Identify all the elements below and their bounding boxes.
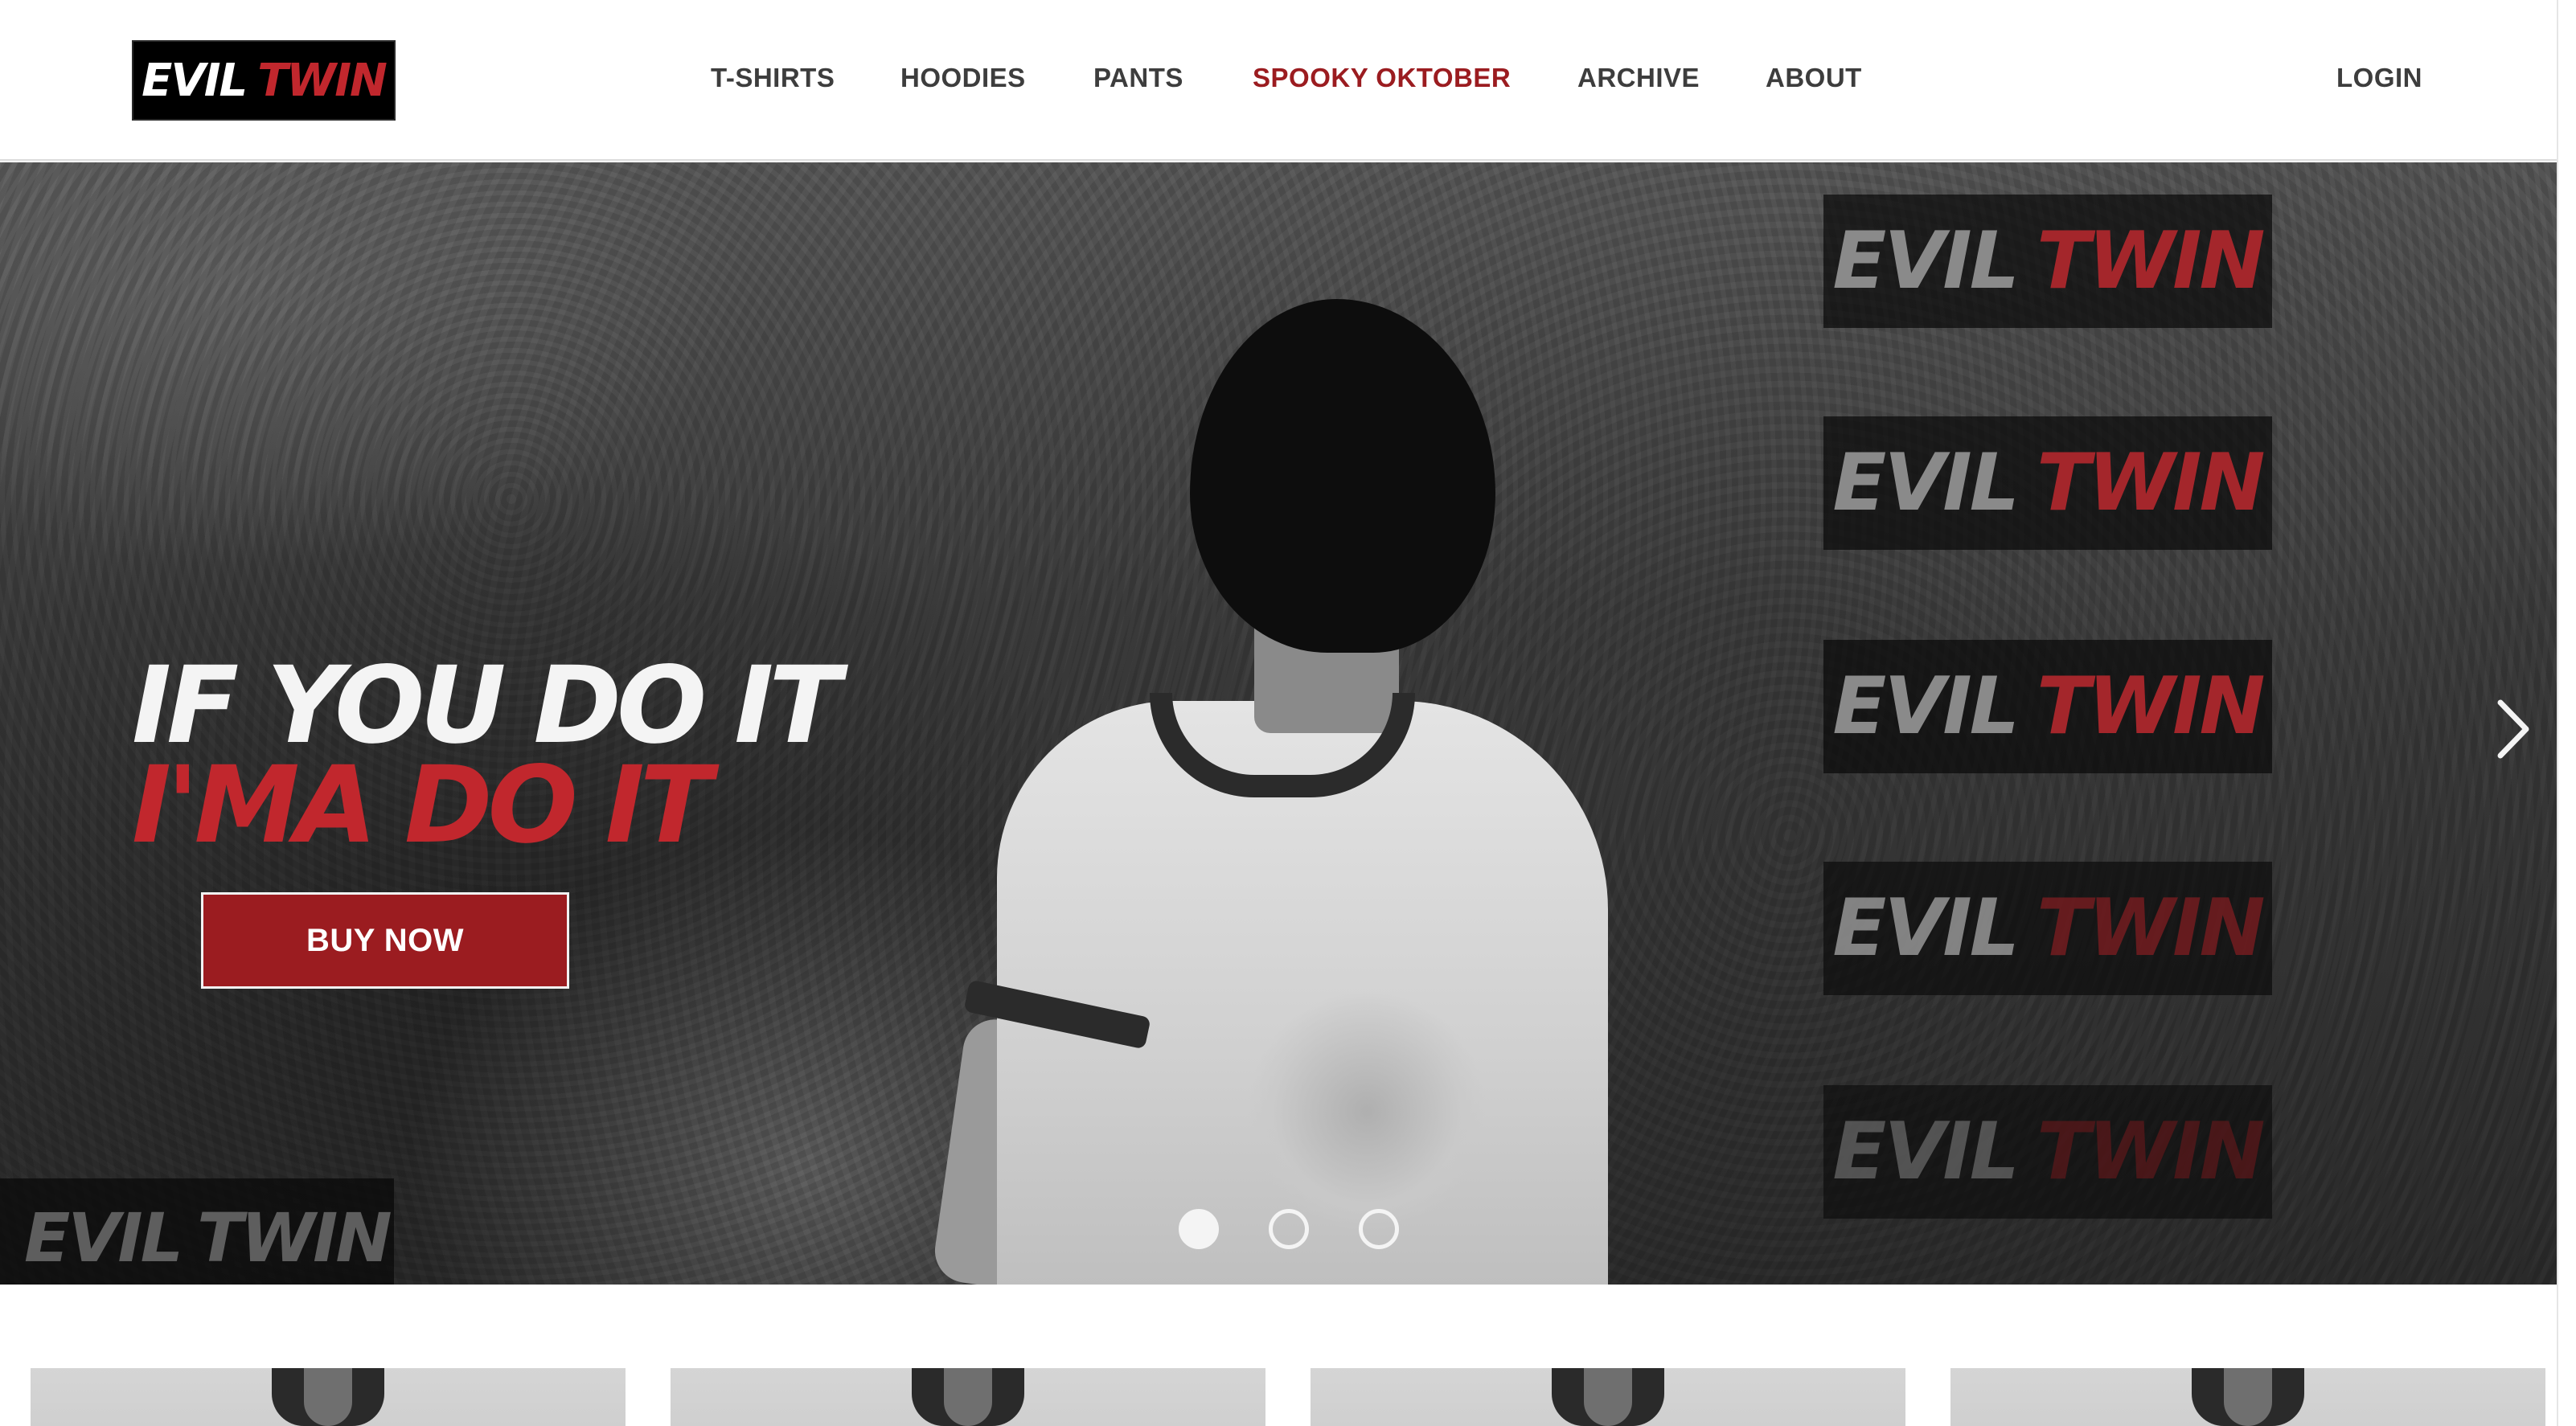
hero-headline: IF YOU DO IT I'MA DO IT xyxy=(132,653,841,867)
product-card[interactable] xyxy=(31,1368,626,1426)
side-logo-tile: EVIL TWIN xyxy=(1823,640,2272,773)
shirt-graphic xyxy=(1246,990,1487,1231)
carousel-dot-1[interactable] xyxy=(1179,1209,1219,1249)
brand-logo[interactable]: EVIL TWIN xyxy=(132,40,396,121)
nav-item-about[interactable]: ABOUT xyxy=(1766,63,1862,100)
hero-model-image xyxy=(930,299,1656,1285)
nav-item-pants[interactable]: PANTS xyxy=(1093,63,1183,100)
hero-headline-line2: I'MA DO IT xyxy=(132,744,712,867)
nav-item-spooky-oktober[interactable]: SPOOKY OKTOBER xyxy=(1253,63,1511,100)
brand-logo-word1: EVIL xyxy=(142,54,248,107)
site-header: EVIL TWIN T-SHIRTS HOODIES PANTS SPOOKY … xyxy=(0,0,2557,161)
side-logo-tile: EVIL TWIN xyxy=(1823,1085,2272,1219)
carousel-pagination xyxy=(1179,1209,1399,1249)
corner-logo-tile: EVIL TWIN xyxy=(0,1178,394,1285)
product-grid xyxy=(0,1285,2557,1426)
scrollbar[interactable] xyxy=(2557,0,2576,1426)
nav-item-archive[interactable]: ARCHIVE xyxy=(1577,63,1700,100)
carousel-dot-2[interactable] xyxy=(1269,1209,1309,1249)
hero-carousel: EVIL TWIN EVIL TWIN EVIL TWIN EVIL TWIN EVIL… xyxy=(0,162,2557,1285)
side-logo-tile: EVIL TWIN xyxy=(1823,195,2272,328)
carousel-dot-3[interactable] xyxy=(1359,1209,1399,1249)
brand-logo-word2: TWIN xyxy=(257,54,388,107)
chevron-right-icon[interactable] xyxy=(2476,693,2549,765)
side-logo-tile: EVIL TWIN xyxy=(1823,416,2272,550)
product-card[interactable] xyxy=(1311,1368,1905,1426)
side-logo-tile: EVIL TWIN xyxy=(1823,862,2272,995)
nav-item-t-shirts[interactable]: T-SHIRTS xyxy=(711,63,835,100)
nav-item-hoodies[interactable]: HOODIES xyxy=(900,63,1026,100)
product-card[interactable] xyxy=(1950,1368,2545,1426)
login-link[interactable]: LOGIN xyxy=(2336,63,2422,100)
buy-now-button[interactable]: BUY NOW xyxy=(201,892,569,989)
product-card[interactable] xyxy=(671,1368,1265,1426)
